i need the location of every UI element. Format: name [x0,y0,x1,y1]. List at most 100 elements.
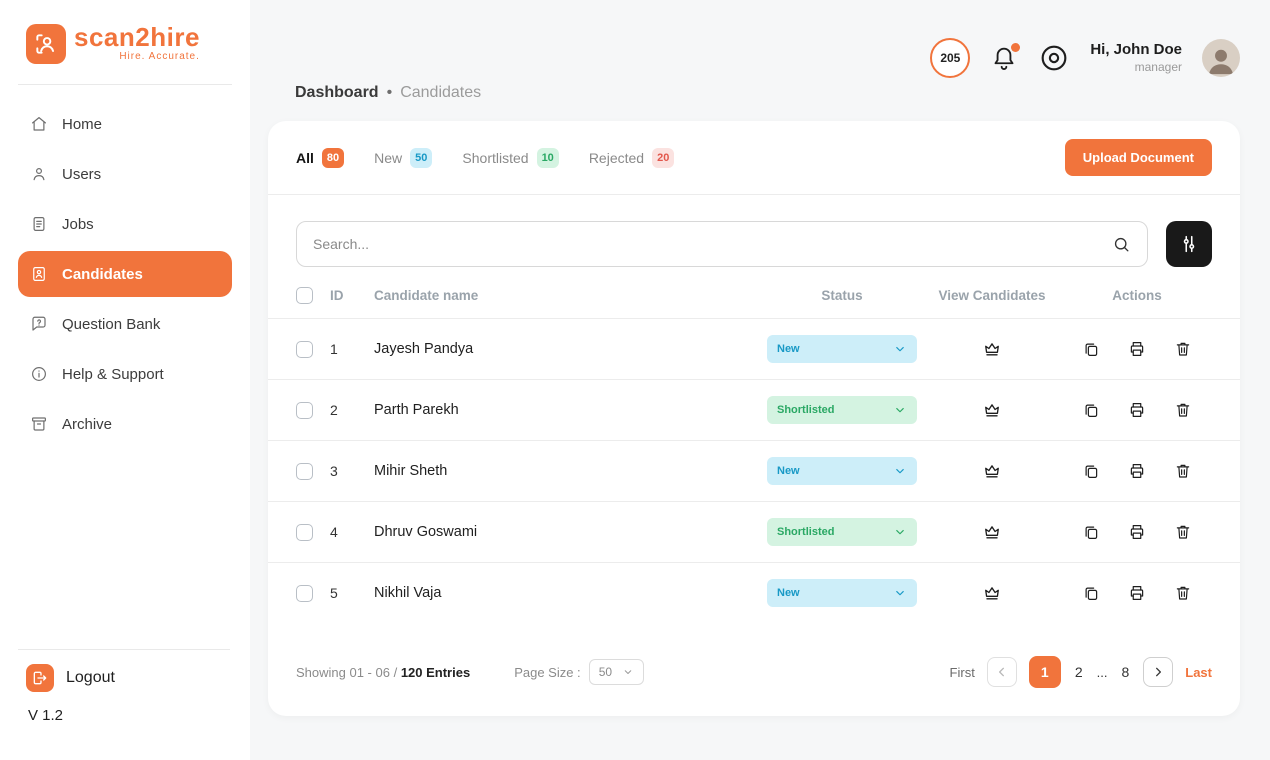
tab-all[interactable]: All 80 [296,147,345,168]
sidebar-item-archive[interactable]: Archive [18,401,232,447]
support-button[interactable] [1038,42,1070,74]
tab-rejected[interactable]: Rejected 20 [588,147,675,168]
candidates-card: All 80 New 50 Shortlisted 10 Rejected 20… [268,121,1240,716]
filter-button[interactable] [1166,221,1212,267]
table-row: 2 Parth Parekh Shortlisted [268,379,1240,440]
row-checkbox[interactable] [296,584,313,602]
sidebar-item-label: Candidates [62,265,143,283]
status-dropdown[interactable]: New [767,457,917,485]
chevron-down-icon [622,666,634,678]
copy-icon[interactable] [1082,401,1100,419]
print-icon[interactable] [1128,401,1146,419]
print-icon[interactable] [1128,462,1146,480]
sidebar-divider [18,84,232,85]
sidebar: scan2hire Hire. Accurate. Home Users Job… [0,0,250,760]
tab-count-badge: 20 [652,147,675,168]
candidate-id: 3 [330,463,338,479]
upload-document-button[interactable]: Upload Document [1064,139,1212,176]
tab-label: New [374,149,403,166]
pagination-ellipsis: ... [1096,664,1108,680]
page-button-1[interactable]: 1 [1028,656,1061,688]
filter-sliders-icon [1178,233,1200,255]
table-row: 4 Dhruv Goswami Shortlisted [268,501,1240,562]
chevron-right-icon [1150,664,1166,680]
view-candidate-icon[interactable] [982,583,1002,603]
view-candidate-icon[interactable] [982,400,1002,420]
sidebar-item-label: Jobs [62,215,94,233]
brand-tagline: Hire. Accurate. [119,51,200,63]
row-checkbox[interactable] [296,462,313,480]
view-candidate-icon[interactable] [982,522,1002,542]
next-page-button[interactable] [1143,657,1174,687]
print-icon[interactable] [1128,584,1146,602]
delete-icon[interactable] [1174,401,1192,419]
row-checkbox[interactable] [296,340,313,358]
tab-shortlisted[interactable]: Shortlisted 10 [462,147,559,168]
search-icon[interactable] [1112,235,1131,254]
chevron-down-icon [893,342,907,356]
sidebar-item-jobs[interactable]: Jobs [18,201,232,247]
entries-summary-total: 120 Entries [400,664,471,680]
print-icon[interactable] [1128,340,1146,358]
delete-icon[interactable] [1174,462,1192,480]
last-page-button[interactable]: Last [1185,665,1212,680]
app-version: V 1.2 [28,707,64,724]
status-dropdown[interactable]: Shortlisted [767,396,917,424]
sidebar-item-candidates[interactable]: Candidates [18,251,232,297]
entries-summary-prefix: Showing 01 - 06 / [296,664,398,680]
sidebar-item-users[interactable]: Users [18,151,232,197]
candidate-id: 5 [330,585,338,601]
notification-count-badge[interactable]: 205 [930,38,971,78]
tab-new[interactable]: New 50 [374,147,433,168]
page-size-select[interactable]: 50 [588,659,645,685]
view-candidate-icon[interactable] [982,339,1002,359]
breadcrumb-candidates: Candidates [400,84,482,101]
page-button-2[interactable]: 2 [1073,664,1085,680]
avatar[interactable] [1202,39,1240,77]
sidebar-item-label: Users [62,165,102,183]
status-dropdown[interactable]: New [767,579,917,607]
status-dropdown[interactable]: Shortlisted [767,518,917,546]
page-button-8[interactable]: 8 [1119,664,1131,680]
logout-icon [26,664,54,692]
delete-icon[interactable] [1174,340,1192,358]
tab-label: Rejected [588,149,645,166]
logo[interactable]: scan2hire Hire. Accurate. [0,0,250,70]
print-icon[interactable] [1128,523,1146,541]
sidebar-item-home[interactable]: Home [18,101,232,147]
table-header: ID Candidate name Status View Candidates… [268,287,1240,318]
notification-dot [1011,43,1021,52]
view-candidate-icon[interactable] [982,461,1002,481]
copy-icon[interactable] [1082,584,1100,602]
notifications-bell-button[interactable] [990,43,1021,72]
copy-icon[interactable] [1082,462,1100,480]
tab-count-badge: 50 [410,147,433,168]
avatar-person-icon [1204,43,1238,77]
user-meta: Hi, John Doe manager [1090,41,1182,75]
previous-page-button[interactable] [986,657,1017,687]
logout-label: Logout [66,669,115,686]
copy-icon[interactable] [1082,340,1100,358]
brand-name: scan2hire [74,22,200,52]
search-box [296,221,1148,267]
select-all-checkbox[interactable] [296,287,313,304]
candidate-name: Nikhil Vaja [374,585,442,601]
sidebar-item-help-support[interactable]: Help & Support [18,351,232,397]
row-checkbox[interactable] [296,523,313,541]
copy-icon[interactable] [1082,523,1100,541]
home-icon [30,115,48,133]
first-page-button[interactable]: First [950,665,975,680]
breadcrumb-dashboard[interactable]: Dashboard [295,84,379,102]
table-row: 1 Jayesh Pandya New [268,318,1240,379]
status-dropdown[interactable]: New [767,335,917,363]
delete-icon[interactable] [1174,523,1192,541]
sidebar-item-question-bank[interactable]: Question Bank [18,301,232,347]
logout-button[interactable]: Logout [26,664,115,692]
chevron-down-icon [893,525,907,539]
row-checkbox[interactable] [296,401,313,419]
search-input[interactable] [313,236,1112,252]
delete-icon[interactable] [1174,584,1192,602]
breadcrumb-separator: • [386,84,393,101]
question-bank-icon [30,315,48,333]
brand-logo-icon [26,24,66,64]
